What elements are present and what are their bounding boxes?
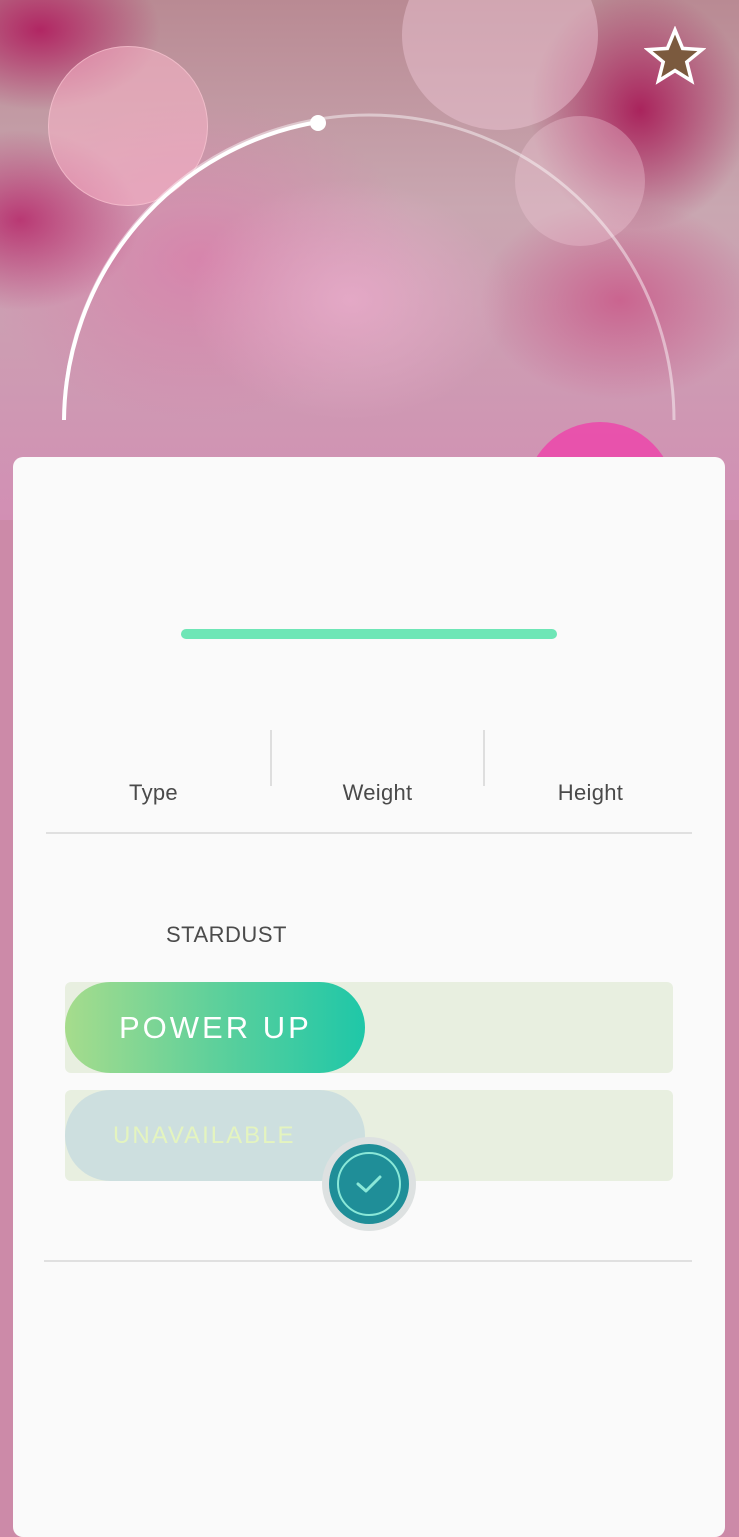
check-icon xyxy=(356,1175,382,1193)
stat-weight-label: Weight xyxy=(342,780,413,805)
stat-height: Height xyxy=(483,730,698,810)
hp-bar xyxy=(181,629,557,639)
cp-arc-progress xyxy=(62,120,319,421)
stats-row: Type Weight Height xyxy=(46,730,692,810)
pokemon-info-card: Type Weight Height STARDUST POWER UP UNA… xyxy=(13,457,725,1537)
stat-type-label: Type xyxy=(129,780,178,805)
evolve-unavailable-button: UNAVAILABLE xyxy=(65,1090,365,1181)
power-up-button[interactable]: POWER UP xyxy=(65,982,365,1073)
pokemon-backdrop xyxy=(0,0,739,520)
section-divider xyxy=(46,832,692,834)
cp-arc-marker xyxy=(310,115,326,131)
power-up-label: POWER UP xyxy=(119,1009,312,1045)
section-divider xyxy=(44,1260,692,1262)
stat-height-label: Height xyxy=(557,780,624,805)
evolve-unavailable-label: UNAVAILABLE xyxy=(113,1121,296,1149)
favorite-button[interactable] xyxy=(643,25,707,86)
confirm-ring xyxy=(337,1152,401,1216)
stardust-label: STARDUST xyxy=(166,922,287,947)
confirm-button[interactable] xyxy=(322,1137,416,1231)
stat-weight: Weight xyxy=(270,730,485,810)
stat-type: Type xyxy=(46,730,261,810)
cp-arc xyxy=(62,113,676,421)
star-icon xyxy=(643,25,707,85)
confirm-button-face xyxy=(329,1144,409,1224)
